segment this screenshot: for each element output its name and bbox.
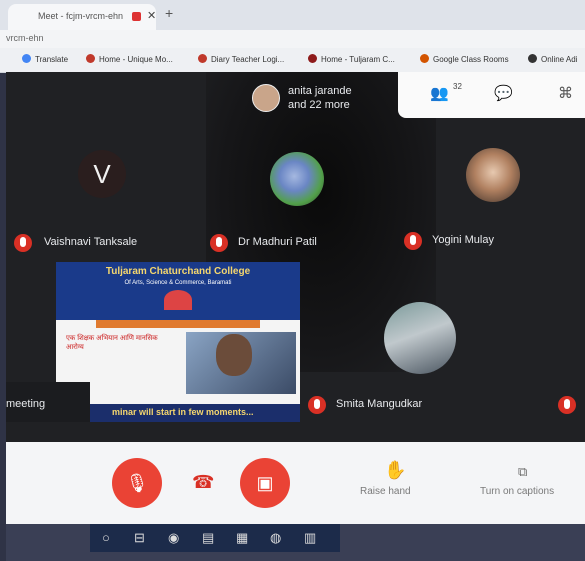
- translate-icon: [22, 54, 31, 63]
- mic-off-icon: [210, 234, 228, 252]
- screen-share-tile[interactable]: Tuljaram Chaturchand College Of Arts, Sc…: [56, 262, 300, 422]
- share-title: Tuljaram Chaturchand College: [105, 266, 251, 277]
- bookmarks-bar: Translate Home - Unique Mo... Diary Teac…: [0, 48, 585, 73]
- raise-hand-label[interactable]: Raise hand: [360, 486, 411, 497]
- app-icon[interactable]: ▥: [304, 530, 316, 546]
- site-icon: [86, 54, 95, 63]
- new-tab-icon[interactable]: +: [165, 5, 173, 21]
- mic-toggle-button[interactable]: 🎙: [112, 458, 162, 508]
- mic-off-icon: [14, 234, 32, 252]
- college-logo-icon: [164, 290, 192, 310]
- recording-icon: [132, 12, 141, 21]
- bookmark-online[interactable]: Online Adi: [528, 54, 577, 64]
- file-explorer-icon[interactable]: ▤: [202, 530, 214, 546]
- screen: Meet - fcjm-vrcm-ehn ✕ + vrcm-ehn Transl…: [0, 0, 585, 561]
- activities-icon[interactable]: ⌘: [558, 84, 573, 102]
- tile-label: meeting: [6, 398, 46, 410]
- share-text: एक शिक्षक अभियान आणि मानसिक आरोग्य: [66, 335, 158, 351]
- meeting-controls: 🎙 ☎ ▣ ✋ Raise hand ⧉ Turn on captions: [6, 442, 585, 524]
- site-icon: [528, 54, 537, 63]
- camera-toggle-button[interactable]: ▣: [240, 458, 290, 508]
- search-icon[interactable]: ○: [102, 530, 110, 545]
- taskbar: ○ ⊟ ◉ ▤ ▦ ◍ ▥: [90, 524, 340, 552]
- browser-tab-bar: Meet - fcjm-vrcm-ehn ✕ +: [0, 0, 585, 30]
- participant-name: Vaishnavi Tanksale: [44, 236, 138, 248]
- participant-name: Smita Mangudkar: [336, 398, 423, 410]
- store-icon[interactable]: ▦: [236, 530, 248, 546]
- participant-name: Yogini Mulay: [432, 234, 494, 246]
- bookmark-classroom[interactable]: Google Class Rooms: [420, 54, 509, 64]
- site-icon: [308, 54, 317, 63]
- chrome-icon[interactable]: ◍: [270, 530, 281, 546]
- people-count: 32: [453, 82, 462, 91]
- address-bar[interactable]: vrcm-ehn: [0, 30, 585, 48]
- raise-hand-icon[interactable]: ✋: [384, 460, 406, 481]
- hang-up-button[interactable]: ☎: [192, 472, 214, 493]
- tab-title: Meet - fcjm-vrcm-ehn: [38, 11, 124, 21]
- participant-name: Dr Madhuri Patil: [238, 236, 317, 248]
- mic-off-icon: [404, 232, 422, 250]
- meeting-toolbar-top: 👥 32 💬 ⌘: [398, 72, 585, 118]
- avatar: [384, 302, 456, 374]
- bookmark-tuljaram[interactable]: Home - Tuljaram C...: [308, 54, 395, 64]
- share-subtitle: Of Arts, Science & Commerce, Baramati: [124, 280, 232, 286]
- bookmark-translate[interactable]: Translate: [22, 54, 68, 64]
- camera-off-icon: ▣: [256, 473, 274, 493]
- browser-tab-meet[interactable]: Meet - fcjm-vrcm-ehn ✕: [8, 4, 156, 30]
- avatar: [466, 148, 520, 202]
- speaker-photo: [216, 334, 252, 376]
- presenter-text: anita jarande and 22 more: [288, 85, 352, 111]
- edge-icon[interactable]: ◉: [168, 530, 179, 546]
- chat-icon[interactable]: 💬: [494, 84, 513, 102]
- mic-off-icon: [558, 396, 576, 414]
- close-icon[interactable]: ✕: [147, 9, 156, 22]
- meeting-grid: anita jarande and 22 more 👥 32 💬 ⌘ V Vai…: [6, 72, 585, 442]
- site-icon: [198, 54, 207, 63]
- mic-off-icon: 🎙: [125, 473, 149, 493]
- classroom-icon: [420, 54, 429, 63]
- avatar: V: [78, 150, 126, 198]
- bookmark-unique[interactable]: Home - Unique Mo...: [86, 54, 173, 64]
- share-band: [96, 320, 260, 328]
- avatar: [270, 152, 324, 206]
- url-text: vrcm-ehn: [6, 33, 44, 43]
- bookmark-diary[interactable]: Diary Teacher Logi...: [198, 54, 284, 64]
- share-footer-text: minar will start in few moments...: [112, 407, 254, 417]
- task-view-icon[interactable]: ⊟: [134, 530, 145, 546]
- avatar: [252, 84, 280, 112]
- captions-label[interactable]: Turn on captions: [480, 486, 554, 497]
- people-icon[interactable]: 👥: [430, 84, 449, 102]
- mic-off-icon: [308, 396, 326, 414]
- captions-icon[interactable]: ⧉: [518, 464, 527, 480]
